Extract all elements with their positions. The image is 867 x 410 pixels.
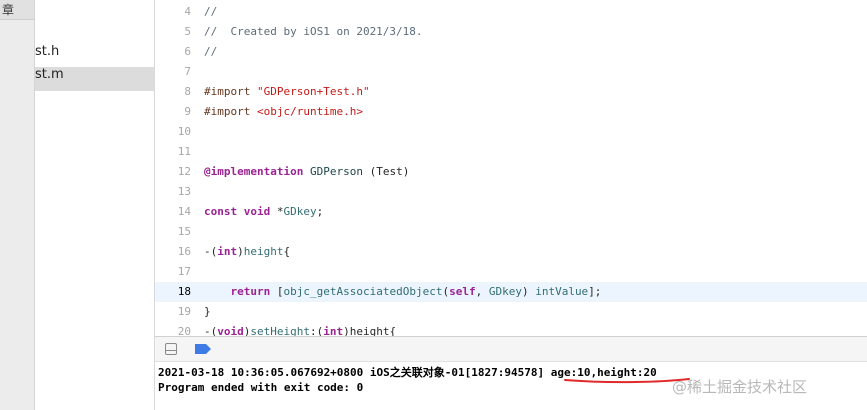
navigator-header: 章 xyxy=(0,0,34,20)
code-text: // xyxy=(204,42,217,62)
file-navigator: 章 st.h st.m xyxy=(0,0,155,410)
line-number: 18 xyxy=(177,285,191,298)
code-token: // xyxy=(204,45,218,58)
code-token: // Created by iOS1 on 2021/3/18. xyxy=(204,25,423,38)
navigator-strip xyxy=(0,0,35,410)
code-token: (Test) xyxy=(362,165,410,178)
code-token: [ xyxy=(270,285,284,298)
line-number: 7 xyxy=(184,65,191,78)
code-token: // xyxy=(204,5,218,18)
code-text: @implementation GDPerson (Test) xyxy=(204,162,409,182)
line-number: 5 xyxy=(184,25,191,38)
line-number: 19 xyxy=(177,305,191,318)
console-output: 2021-03-18 10:36:05.067692+0800 iOS之关联对象… xyxy=(155,362,867,410)
code-token: void xyxy=(243,205,271,218)
code-token: self xyxy=(449,285,476,298)
line-number: 8 xyxy=(184,85,191,98)
code-token: } xyxy=(204,305,211,318)
line-number: 15 xyxy=(177,225,191,238)
code-token: -( xyxy=(204,325,218,336)
code-token: -( xyxy=(204,245,218,258)
file-item-header[interactable]: st.h xyxy=(35,44,154,68)
code-line[interactable]: 16 -(int)height{ xyxy=(155,242,867,262)
code-token: int xyxy=(323,325,344,336)
line-number: 13 xyxy=(177,185,191,198)
code-editor[interactable]: 4 // 5 // Created by iOS1 on 2021/3/18. 6 // 7… xyxy=(155,0,867,336)
code-token: GDkey xyxy=(283,205,317,218)
code-token: { xyxy=(283,245,291,258)
line-number: 16 xyxy=(177,245,191,258)
breakpoint-icon[interactable] xyxy=(195,344,211,354)
debug-area-toggle-icon[interactable] xyxy=(165,343,177,355)
watermark: @稀土掘金技术社区 xyxy=(672,378,808,396)
line-number: 6 xyxy=(184,45,191,58)
code-line[interactable]: 10 xyxy=(155,122,867,142)
line-number: 20 xyxy=(177,325,191,336)
code-token: const xyxy=(204,205,238,218)
line-number: 9 xyxy=(184,105,191,118)
code-line[interactable]: 17 xyxy=(155,262,867,282)
code-token: "GDPerson+Test.h" xyxy=(256,85,370,98)
code-token: GDPerson xyxy=(309,165,363,178)
code-token: :( xyxy=(309,325,324,336)
line-number: 4 xyxy=(184,5,191,18)
code-line[interactable]: 20 -(void)setHeight:(int)height{ xyxy=(155,322,867,336)
code-token: #import xyxy=(204,85,257,98)
line-number: 11 xyxy=(177,145,191,158)
code-line[interactable]: 15 xyxy=(155,222,867,242)
code-line[interactable]: 5 // Created by iOS1 on 2021/3/18. xyxy=(155,22,867,42)
code-text: return [objc_getAssociatedObject(self, G… xyxy=(204,282,602,302)
code-token: ) xyxy=(237,245,244,258)
code-token: GDkey xyxy=(488,285,522,298)
code-token: , xyxy=(475,285,489,298)
line-number: 14 xyxy=(177,205,191,218)
code-line[interactable]: 13 xyxy=(155,182,867,202)
console-line-exit: Program ended with exit code: 0 xyxy=(158,381,364,394)
code-token: height xyxy=(243,245,284,258)
code-text: // Created by iOS1 on 2021/3/18. xyxy=(204,22,423,42)
code-text: #import <objc/runtime.h> xyxy=(204,102,363,122)
code-text: -(void)setHeight:(int)height{ xyxy=(204,322,396,336)
code-token: @implementation xyxy=(204,165,304,178)
code-token: intValue xyxy=(535,285,589,298)
line-number: 17 xyxy=(177,265,191,278)
code-token: int xyxy=(217,245,238,258)
code-token: ]; xyxy=(588,285,602,298)
code-token: return xyxy=(230,285,271,298)
code-text: #import "GDPerson+Test.h" xyxy=(204,82,370,102)
code-line[interactable]: 18 return [objc_getAssociatedObject(self… xyxy=(155,282,867,302)
code-token: <objc/runtime.h> xyxy=(256,105,363,118)
code-line[interactable]: 19} xyxy=(155,302,867,322)
code-line[interactable]: 7 xyxy=(155,62,867,82)
code-line[interactable]: 8 #import "GDPerson+Test.h" xyxy=(155,82,867,102)
code-token: objc_getAssociatedObject xyxy=(283,285,443,298)
code-token: void xyxy=(217,325,244,336)
debug-toolbar xyxy=(155,336,867,362)
code-token: ; xyxy=(316,205,324,218)
code-text: const void *GDkey; xyxy=(204,202,323,222)
code-text: -(int)height{ xyxy=(204,242,290,262)
code-line[interactable]: 9 #import <objc/runtime.h> xyxy=(155,102,867,122)
line-number: 10 xyxy=(177,125,191,138)
code-token: #import xyxy=(204,105,257,118)
code-line[interactable]: 6 // xyxy=(155,42,867,62)
code-token: )height{ xyxy=(343,325,397,336)
code-line[interactable]: 11 xyxy=(155,142,867,162)
code-line[interactable]: 4 // xyxy=(155,2,867,22)
line-number: 12 xyxy=(177,165,191,178)
file-item-implementation[interactable]: st.m xyxy=(35,67,154,91)
code-token: setHeight xyxy=(250,325,310,336)
code-token: ) xyxy=(521,285,536,298)
code-text: } xyxy=(204,302,211,322)
code-line[interactable]: 12 @implementation GDPerson (Test) xyxy=(155,162,867,182)
code-text: // xyxy=(204,2,217,22)
code-line[interactable]: 14 const void *GDkey; xyxy=(155,202,867,222)
code-token: * xyxy=(270,205,284,218)
